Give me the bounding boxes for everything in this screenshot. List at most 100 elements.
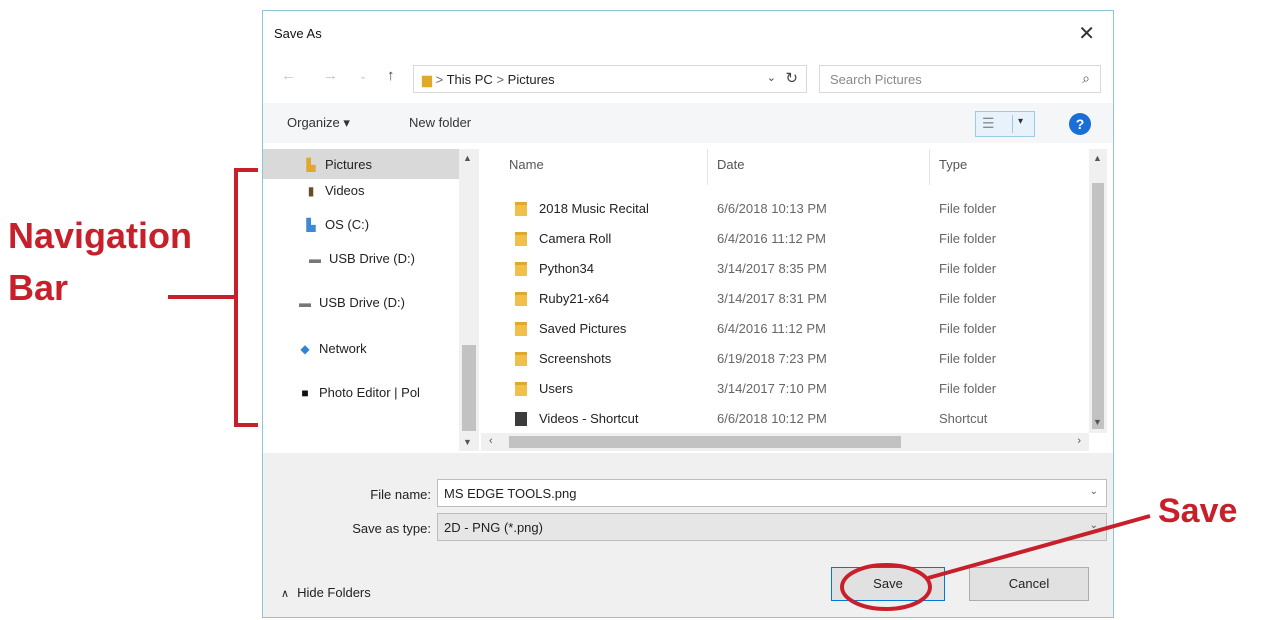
scroll-up-icon[interactable]: ▲ [1093, 153, 1102, 163]
forward-arrow-icon[interactable]: → [323, 67, 338, 84]
help-icon[interactable]: ? [1069, 113, 1091, 135]
list-item[interactable]: Python34 3/14/2017 8:35 PM File folder [481, 255, 1081, 285]
hide-folders-label: Hide Folders [297, 585, 371, 600]
folder-icon [515, 262, 527, 276]
file-type: File folder [939, 231, 997, 246]
column-divider[interactable] [929, 149, 930, 185]
file-type: File folder [939, 351, 997, 366]
list-item[interactable]: Videos - Shortcut 6/6/2018 10:12 PM Shor… [481, 405, 1081, 435]
file-name-dropdown-icon[interactable]: ⌄ [1090, 486, 1098, 497]
nav-item-os-c[interactable]: ▙ OS (C:) [303, 217, 369, 247]
list-item[interactable]: Ruby21-x64 3/14/2017 8:31 PM File folder [481, 285, 1081, 315]
folder-icon [515, 352, 527, 366]
folder-icon [515, 382, 527, 396]
save-button[interactable]: Save [831, 567, 945, 601]
file-list: Name Date Type 2018 Music Recital 6/6/20… [481, 149, 1111, 451]
shortcut-icon [515, 412, 527, 426]
view-dropdown-icon[interactable]: ▾ [1018, 116, 1023, 127]
folder-icon [515, 232, 527, 246]
list-item[interactable]: Camera Roll 6/4/2016 11:12 PM File folde… [481, 225, 1081, 255]
save-as-type-value: 2D - PNG (*.png) [444, 520, 543, 535]
scroll-right-icon[interactable]: › [1077, 435, 1081, 447]
breadcrumb-separator: > [435, 72, 447, 87]
file-name: 2018 Music Recital [539, 201, 649, 216]
recent-dropdown-icon[interactable]: ⌄ [359, 71, 367, 82]
usb-drive-icon: ▬ [299, 296, 311, 310]
file-name-value: MS EDGE TOOLS.png [444, 486, 577, 501]
scroll-left-icon[interactable]: ‹ [489, 435, 493, 447]
file-date: 6/19/2018 7:23 PM [717, 351, 827, 366]
file-date: 6/4/2016 11:12 PM [717, 321, 826, 336]
file-type: File folder [939, 321, 997, 336]
close-icon[interactable]: ✕ [1078, 21, 1095, 46]
file-type: File folder [939, 201, 997, 216]
breadcrumb-pictures[interactable]: Pictures [508, 72, 555, 87]
horizontal-scroll-thumb[interactable] [509, 436, 901, 448]
search-input[interactable]: Search Pictures ⌕ [819, 65, 1101, 93]
address-row: ← → ⌄ ↑ ▆ > This PC > Pictures ⌄ ↻ Searc… [263, 59, 1113, 95]
save-as-type-select[interactable]: 2D - PNG (*.png) ⌄ [437, 513, 1107, 541]
list-item[interactable]: Screenshots 6/19/2018 7:23 PM File folde… [481, 345, 1081, 375]
column-divider[interactable] [707, 149, 708, 185]
navigation-pane: ▙ Pictures ▮ Videos ▙ OS (C:) ▬ USB Drive (D… [263, 149, 481, 451]
address-dropdown-icon[interactable]: ⌄ [767, 71, 776, 84]
scroll-down-icon[interactable]: ▼ [1093, 417, 1102, 427]
list-item[interactable]: 2018 Music Recital 6/6/2018 10:13 PM Fil… [481, 195, 1081, 225]
up-arrow-icon[interactable]: ↑ [387, 67, 395, 84]
file-name: Screenshots [539, 351, 612, 366]
nav-item-photo-editor[interactable]: ■ Photo Editor | Pol [297, 385, 457, 415]
file-date: 3/14/2017 8:31 PM [717, 291, 827, 306]
nav-scroll-thumb[interactable] [462, 345, 476, 431]
dialog-title: Save As [274, 26, 322, 41]
nav-item-label: Videos [325, 183, 365, 198]
drive-icon: ▙ [306, 218, 316, 232]
pictures-location-icon: ▆ [422, 72, 432, 87]
file-name-label: File name: [370, 487, 431, 502]
videos-icon: ▮ [307, 184, 315, 198]
details-view-icon: ☰ [982, 115, 995, 131]
cancel-button[interactable]: Cancel [969, 567, 1089, 601]
list-item[interactable]: Saved Pictures 6/4/2016 11:12 PM File fo… [481, 315, 1081, 345]
nav-scrollbar[interactable]: ▲ ▼ [459, 149, 479, 451]
column-header-type[interactable]: Type [939, 157, 967, 172]
vertical-scroll-thumb[interactable] [1092, 183, 1104, 429]
organize-button[interactable]: Organize ▾ [287, 115, 350, 131]
refresh-icon[interactable]: ↻ [785, 69, 798, 87]
nav-item-usb-drive[interactable]: ▬ USB Drive (D:) [307, 251, 415, 281]
nav-item-videos[interactable]: ▮ Videos [303, 183, 365, 213]
save-annotation: Save [1158, 492, 1238, 530]
file-type: File folder [939, 261, 997, 276]
nav-item-label: Photo Editor | Pol [319, 385, 420, 400]
back-arrow-icon[interactable]: ← [281, 67, 296, 84]
file-list-horizontal-scrollbar[interactable]: ‹ › [481, 433, 1089, 451]
breadcrumb-this-pc[interactable]: This PC [447, 72, 493, 87]
scroll-down-icon[interactable]: ▼ [463, 437, 472, 447]
view-options-button[interactable]: ☰ ▾ [975, 111, 1035, 137]
scroll-up-icon[interactable]: ▲ [463, 153, 472, 163]
nav-item-pictures[interactable]: ▙ Pictures [263, 149, 459, 179]
navigation-bar-annotation: Navigation Bar [8, 210, 192, 314]
network-icon: ◆ [300, 342, 310, 356]
file-list-vertical-scrollbar[interactable]: ▲ ▼ [1089, 149, 1107, 433]
file-type: File folder [939, 381, 997, 396]
nav-item-usb-drive[interactable]: ▬ USB Drive (D:) [297, 295, 405, 325]
nav-item-label: USB Drive (D:) [319, 295, 405, 310]
usb-drive-icon: ▬ [309, 252, 321, 266]
search-icon: ⌕ [1082, 70, 1090, 86]
save-as-dialog: Save As ✕ ← → ⌄ ↑ ▆ > This PC > Pictures… [262, 10, 1114, 618]
navigation-annotation-line2: Bar [8, 267, 69, 308]
save-as-type-dropdown-icon[interactable]: ⌄ [1090, 520, 1098, 531]
nav-item-network[interactable]: ◆ Network [297, 341, 366, 371]
navigation-annotation-line1: Navigation [8, 215, 193, 256]
column-header-name[interactable]: Name [509, 157, 544, 172]
hide-folders-button[interactable]: ∧ Hide Folders [281, 585, 371, 600]
view-button-divider [1012, 115, 1013, 133]
file-name-field[interactable]: MS EDGE TOOLS.png ⌄ [437, 479, 1107, 507]
file-date: 6/6/2018 10:13 PM [717, 201, 827, 216]
address-bar[interactable]: ▆ > This PC > Pictures ⌄ ↻ [413, 65, 807, 93]
list-item[interactable]: Users 3/14/2017 7:10 PM File folder [481, 375, 1081, 405]
column-header-date[interactable]: Date [717, 157, 744, 172]
chevron-up-icon: ∧ [281, 588, 290, 600]
new-folder-button[interactable]: New folder [409, 115, 471, 130]
nav-item-label: USB Drive (D:) [329, 251, 415, 266]
